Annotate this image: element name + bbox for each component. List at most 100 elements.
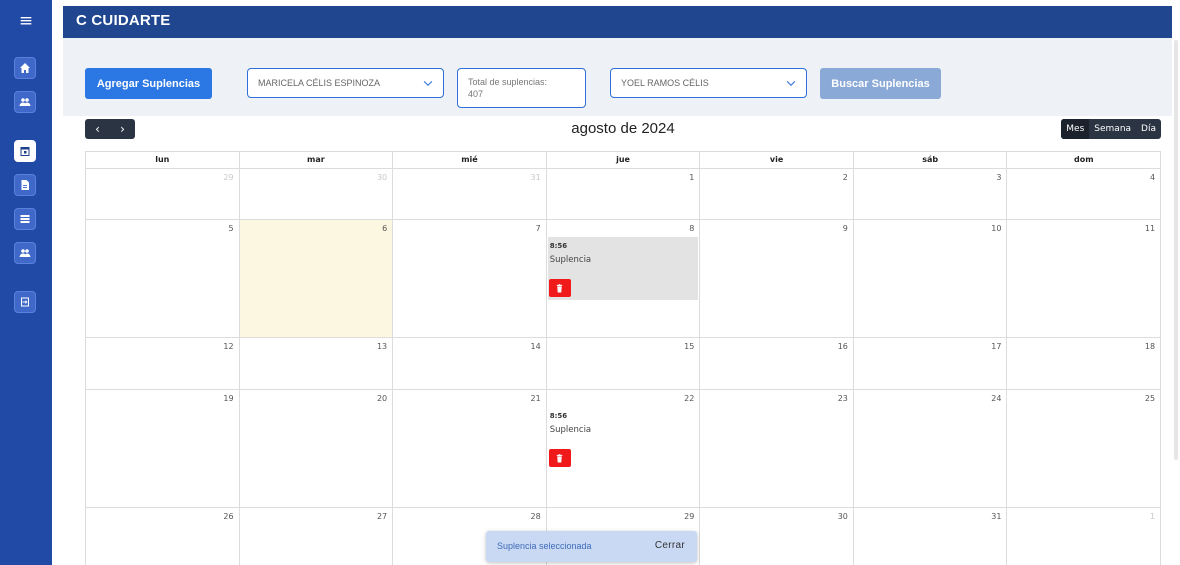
day-cell[interactable]: 9 — [700, 220, 854, 337]
day-cell[interactable]: 30 — [700, 508, 854, 565]
day-cell[interactable]: 3 — [854, 169, 1008, 219]
day-number: 28 — [530, 512, 541, 521]
day-number: 19 — [223, 394, 234, 403]
day-number: 20 — [376, 394, 388, 403]
chevron-down-icon — [423, 78, 433, 88]
event-time: 8:56 — [549, 242, 568, 250]
day-number: 24 — [991, 394, 1002, 403]
next-month-button[interactable]: › — [110, 119, 135, 139]
day-cell[interactable]: 10 — [854, 220, 1008, 337]
day-number: 6 — [382, 224, 388, 233]
day-number: 4 — [1149, 173, 1156, 182]
prev-month-button[interactable]: ‹ — [85, 119, 110, 139]
day-number: 30 — [376, 173, 388, 182]
add-suplencias-button[interactable]: Agregar Suplencias — [85, 68, 212, 99]
day-cell[interactable]: 29 — [86, 169, 240, 219]
document-icon — [21, 180, 29, 190]
calendar-week: 5 6 7 8 8:56 Suplencia 9 10 11 — [85, 219, 1162, 337]
day-cell[interactable]: 30 — [240, 169, 394, 219]
search-suplencias-button[interactable]: Buscar Suplencias — [820, 68, 941, 99]
day-cell[interactable]: 31 — [393, 169, 547, 219]
delete-event-button[interactable] — [548, 279, 571, 297]
total-suplencias-label: Total de suplencias: — [468, 77, 548, 87]
day-cell[interactable]: 14 — [393, 338, 547, 389]
weekday-label: vie — [700, 152, 854, 168]
day-cell[interactable]: 20 — [240, 390, 394, 507]
day-cell[interactable]: 17 — [854, 338, 1008, 389]
day-cell[interactable]: 7 — [393, 220, 547, 337]
worker-select-value: MARICELA CÉLIS ESPINOZA — [258, 78, 381, 88]
hamburger-menu-icon[interactable]: ≡ — [14, 9, 38, 33]
day-number: 2 — [842, 173, 848, 182]
day-cell[interactable]: 12 — [86, 338, 240, 389]
weekday-label: mar — [240, 152, 394, 168]
day-cell-today[interactable]: 6 — [239, 220, 394, 337]
calendar-week: 29 30 31 1 2 3 4 — [85, 168, 1162, 219]
day-number: 1 — [1149, 512, 1156, 521]
snackbar-close-button[interactable]: Cerrar — [655, 540, 685, 551]
sidebar-item-list[interactable] — [14, 208, 36, 230]
sidebar-item-calendar[interactable] — [14, 140, 36, 162]
day-cell[interactable]: 1 — [547, 169, 701, 219]
weekday-header: lun mar mié jue vie sáb dom — [85, 151, 1161, 168]
day-cell[interactable]: 24 — [854, 390, 1008, 507]
day-number: 23 — [837, 394, 848, 403]
day-cell[interactable]: 8 8:56 Suplencia — [547, 220, 701, 337]
logout-icon — [21, 297, 29, 307]
sidebar-item-logout[interactable] — [14, 291, 36, 313]
day-cell[interactable]: 16 — [700, 338, 854, 389]
calendar-week: 12 13 14 15 16 17 18 — [85, 337, 1162, 389]
weekday-label: dom — [1073, 155, 1094, 164]
day-cell[interactable]: 2 — [700, 169, 854, 219]
day-number: 7 — [535, 224, 541, 233]
day-cell[interactable]: 26 — [86, 508, 240, 565]
controls-bar: Agregar Suplencias MARICELA CÉLIS ESPINO… — [63, 38, 1172, 116]
day-cell[interactable]: 15 — [547, 338, 701, 389]
calendar-grid: lun mar mié jue vie sáb dom 29 30 31 1 2… — [85, 151, 1162, 565]
weekday-label: lun — [86, 152, 240, 168]
day-cell[interactable]: 31 — [854, 508, 1008, 565]
event-title: Suplencia — [549, 425, 592, 435]
day-cell[interactable]: 23 — [700, 390, 854, 507]
snackbar-message: Suplencia seleccionada — [497, 541, 592, 551]
calendar-event[interactable]: 8:56 Suplencia — [547, 237, 699, 300]
day-cell[interactable]: 21 — [393, 390, 547, 507]
day-number: 17 — [991, 342, 1002, 351]
page-scrollbar[interactable] — [1174, 40, 1178, 460]
day-cell[interactable]: 22 8:56 Suplencia — [547, 390, 701, 507]
delete-event-button[interactable] — [548, 449, 571, 467]
day-number: 31 — [530, 173, 541, 182]
chevron-down-icon — [786, 78, 796, 88]
calendar-toolbar: ‹ › agosto de 2024 Mes Semana Día — [85, 118, 1161, 140]
day-cell[interactable]: 19 — [86, 390, 240, 507]
trash-icon — [557, 453, 563, 463]
view-month-button[interactable]: Mes — [1061, 119, 1090, 139]
sidebar-item-groups[interactable] — [14, 242, 36, 264]
calendar-week: 19 20 21 22 8:56 Suplencia 23 24 25 — [85, 389, 1162, 507]
day-number: 12 — [223, 342, 234, 351]
view-day-button[interactable]: Día — [1136, 119, 1161, 139]
day-number: 22 — [684, 394, 695, 403]
day-number: 25 — [1144, 394, 1156, 403]
day-cell[interactable]: 1 — [1007, 508, 1162, 565]
day-cell[interactable]: 4 — [1007, 169, 1162, 219]
day-cell[interactable]: 18 — [1007, 338, 1162, 389]
view-switcher: Mes Semana Día — [1061, 119, 1161, 139]
weekday-label: sáb — [854, 152, 1008, 168]
sidebar-item-users[interactable] — [14, 91, 36, 113]
calendar-event[interactable]: 8:56 Suplencia — [548, 407, 699, 470]
day-cell[interactable]: 5 — [86, 220, 240, 337]
weekday-label: jue — [547, 152, 701, 168]
day-number: 16 — [837, 342, 848, 351]
day-cell[interactable]: 13 — [240, 338, 394, 389]
sidebar-item-documents[interactable] — [14, 174, 36, 196]
view-week-button[interactable]: Semana — [1089, 119, 1136, 139]
day-number: 18 — [1144, 342, 1156, 351]
day-cell[interactable]: 11 — [1007, 220, 1162, 337]
worker-select[interactable]: MARICELA CÉLIS ESPINOZA — [247, 68, 444, 98]
replacement-select[interactable]: YOEL RAMOS CÉLIS — [610, 68, 807, 98]
day-cell[interactable]: 27 — [240, 508, 394, 565]
day-cell[interactable]: 25 — [1007, 390, 1162, 507]
sidebar-item-home[interactable] — [14, 57, 36, 79]
day-number: 27 — [376, 512, 388, 521]
